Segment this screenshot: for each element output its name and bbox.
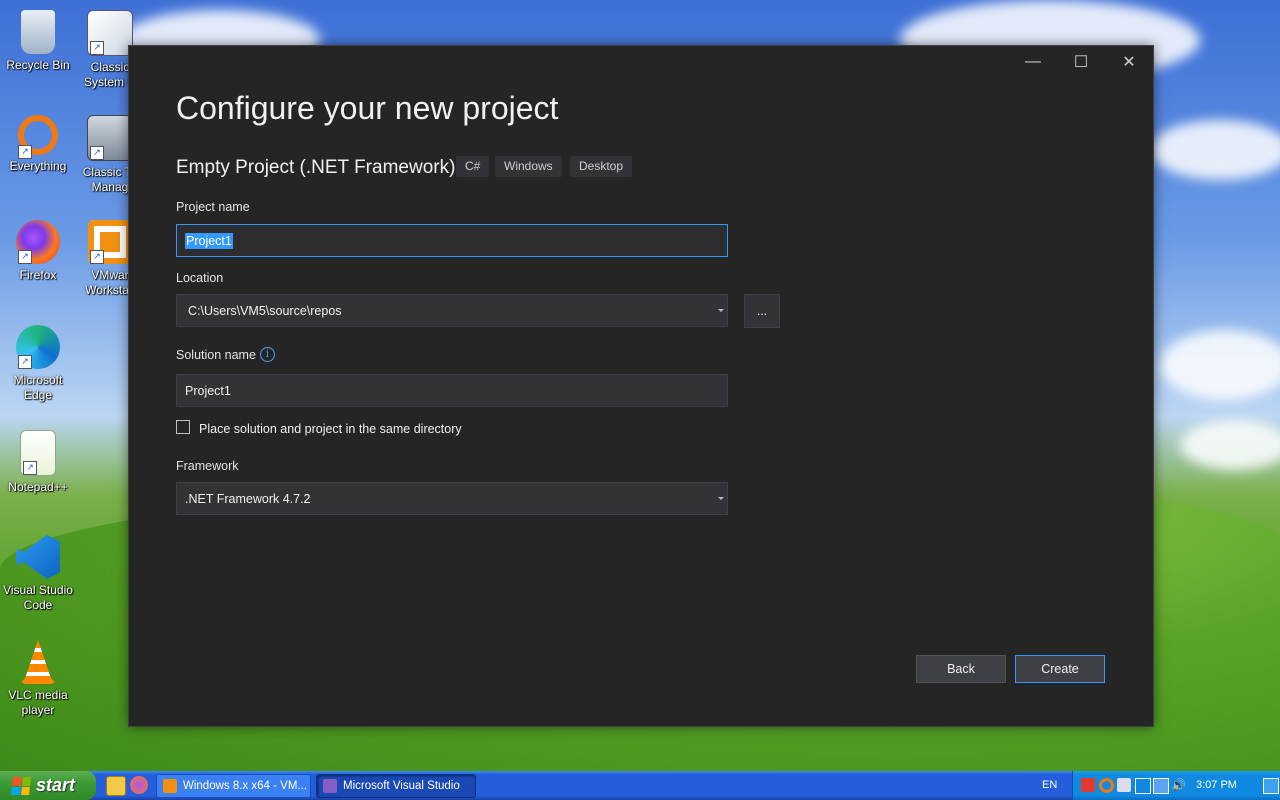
shortcut-arrow-icon: ↗ bbox=[18, 145, 32, 159]
desktop-icon-label: Everything bbox=[9, 159, 67, 173]
start-button[interactable]: start bbox=[0, 771, 96, 800]
language-indicator[interactable]: EN bbox=[1042, 779, 1057, 791]
desktop-icon-edge[interactable]: ↗ Microsoft Edge bbox=[0, 325, 76, 403]
desktop-icon-firefox[interactable]: ↗ Firefox bbox=[0, 220, 76, 283]
shortcut-arrow-icon: ↗ bbox=[90, 41, 104, 55]
location-label: Location bbox=[176, 271, 224, 285]
close-button[interactable]: ✕ bbox=[1105, 46, 1153, 78]
task-manager-icon: ↗ bbox=[87, 115, 133, 161]
system-tray: 🔊 bbox=[1072, 771, 1280, 800]
task-label: Windows 8.x x64 - VM... bbox=[183, 780, 307, 792]
tray-window-icon[interactable] bbox=[1135, 778, 1151, 794]
taskbar-item-visual-studio[interactable]: Microsoft Visual Studio bbox=[316, 774, 476, 798]
project-name-label: Project name bbox=[176, 200, 250, 214]
magnifier-icon: ↗ bbox=[18, 115, 58, 159]
vmware-icon: ↗ bbox=[88, 220, 132, 264]
same-directory-label[interactable]: Place solution and project in the same d… bbox=[199, 422, 462, 436]
location-combobox[interactable]: C:\Users\VM5\source\repos bbox=[176, 294, 728, 327]
taskbar: start Windows 8.x x64 - VM... Microsoft … bbox=[0, 771, 1280, 800]
tag-language: C# bbox=[456, 156, 490, 177]
cloud bbox=[1180, 420, 1280, 470]
solution-name-input[interactable]: Project1 bbox=[176, 374, 728, 407]
tag-project-type: Desktop bbox=[570, 156, 633, 177]
same-directory-checkbox[interactable] bbox=[176, 420, 190, 434]
taskbar-item-vmware[interactable]: Windows 8.x x64 - VM... bbox=[156, 774, 311, 798]
desktop-icon-label: VLC media player bbox=[8, 688, 68, 717]
visual-studio-task-icon bbox=[323, 779, 337, 793]
start-label: start bbox=[36, 775, 76, 795]
framework-value: .NET Framework 4.7.2 bbox=[185, 491, 311, 506]
solution-name-label: Solution name bbox=[176, 348, 256, 362]
clock[interactable]: 3:07 PM bbox=[1196, 779, 1237, 791]
vmware-task-icon bbox=[163, 779, 177, 793]
firefox-icon: ↗ bbox=[16, 220, 60, 264]
location-value: C:\Users\VM5\source\repos bbox=[188, 303, 342, 318]
maximize-button[interactable]: ☐ bbox=[1057, 46, 1105, 78]
desktop-icon-label: Notepad++ bbox=[8, 480, 68, 494]
notification-icon[interactable] bbox=[1263, 778, 1279, 794]
security-shield-icon[interactable] bbox=[1081, 778, 1095, 792]
info-icon[interactable]: i bbox=[260, 347, 275, 362]
network-icon[interactable] bbox=[1153, 778, 1169, 794]
task-label: Microsoft Visual Studio bbox=[343, 780, 460, 792]
desktop-icon-vlc[interactable]: VLC media player bbox=[0, 640, 76, 718]
shortcut-arrow-icon: ↗ bbox=[18, 250, 32, 264]
template-name: Empty Project (.NET Framework) bbox=[176, 157, 456, 178]
chevron-down-icon[interactable] bbox=[718, 309, 724, 312]
create-button[interactable]: Create bbox=[1015, 655, 1105, 683]
recycle-bin-icon bbox=[21, 10, 55, 54]
shortcut-arrow-icon: ↗ bbox=[18, 355, 32, 369]
system-control-icon: ↗ bbox=[87, 10, 133, 56]
search-tray-icon[interactable] bbox=[1099, 778, 1114, 793]
vlc-cone-icon bbox=[20, 640, 56, 684]
notepadpp-icon: ↗ bbox=[20, 430, 56, 476]
configure-project-window: — ☐ ✕ Configure your new project Empty P… bbox=[128, 45, 1154, 727]
back-button[interactable]: Back bbox=[916, 655, 1006, 683]
desktop-icon-recycle-bin[interactable]: Recycle Bin bbox=[0, 10, 76, 73]
chevron-down-icon[interactable] bbox=[718, 497, 724, 500]
desktop-icon-everything[interactable]: ↗ Everything bbox=[0, 115, 76, 174]
desktop-icon-notepadpp[interactable]: ↗ Notepad++ bbox=[0, 430, 76, 495]
vscode-icon bbox=[16, 535, 60, 579]
shortcut-arrow-icon: ↗ bbox=[90, 250, 104, 264]
tray-app-icon[interactable] bbox=[1117, 778, 1131, 792]
cloud bbox=[1160, 330, 1280, 400]
project-name-input[interactable]: Project1 bbox=[176, 224, 728, 257]
desktop-icon-label: Visual Studio Code bbox=[3, 583, 73, 612]
project-name-value: Project1 bbox=[185, 232, 233, 249]
shortcut-arrow-icon: ↗ bbox=[90, 146, 104, 160]
framework-label: Framework bbox=[176, 459, 239, 473]
framework-select[interactable]: .NET Framework 4.7.2 bbox=[176, 482, 728, 515]
solution-name-value: Project1 bbox=[185, 383, 231, 398]
edge-icon: ↗ bbox=[16, 325, 60, 369]
page-title: Configure your new project bbox=[176, 90, 559, 126]
cloud bbox=[1150, 120, 1280, 180]
shortcut-arrow-icon: ↗ bbox=[23, 461, 37, 475]
browse-button[interactable]: ... bbox=[744, 294, 780, 328]
explorer-quicklaunch-icon[interactable] bbox=[106, 776, 126, 796]
volume-icon[interactable]: 🔊 bbox=[1171, 778, 1186, 792]
desktop-icon-label: Firefox bbox=[19, 268, 57, 282]
minimize-button[interactable]: — bbox=[1009, 46, 1057, 78]
windows-logo-icon bbox=[11, 776, 31, 795]
firefox-quicklaunch-icon[interactable] bbox=[130, 776, 148, 794]
desktop-icon-vscode[interactable]: Visual Studio Code bbox=[0, 535, 76, 613]
tag-platform: Windows bbox=[495, 156, 562, 177]
desktop-icon-label: Recycle Bin bbox=[6, 58, 70, 72]
desktop-icon-label: Microsoft Edge bbox=[13, 373, 63, 402]
